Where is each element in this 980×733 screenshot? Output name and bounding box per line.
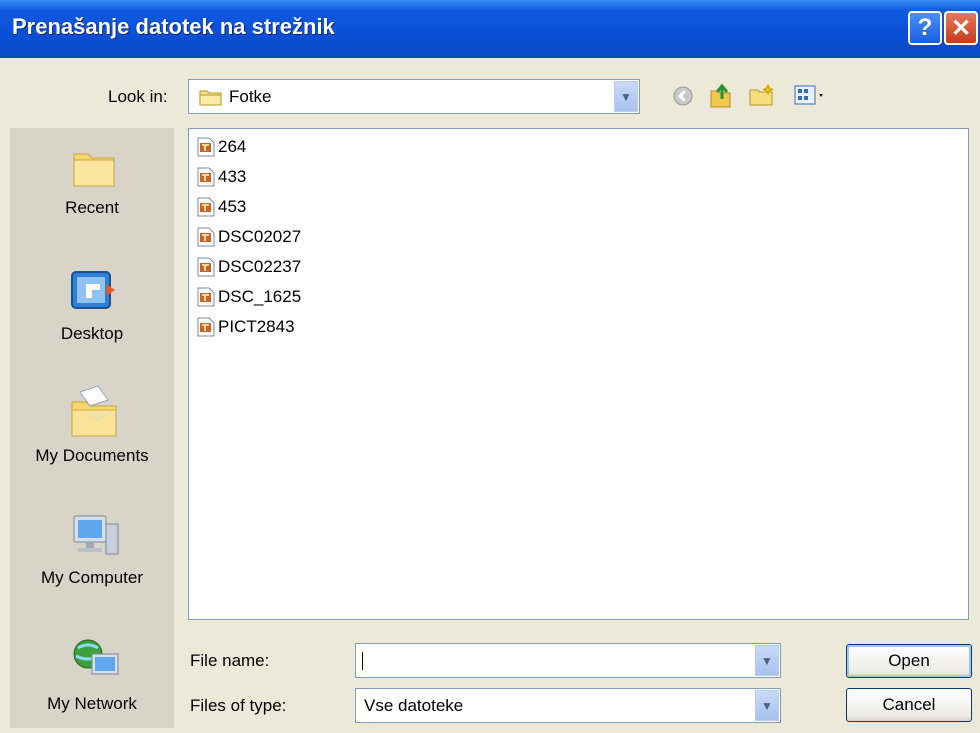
list-item[interactable]: DSC02027 — [197, 225, 301, 249]
place-my-network[interactable]: My Network — [10, 614, 174, 728]
place-label: My Documents — [35, 446, 149, 465]
image-file-icon — [197, 137, 215, 157]
file-name: DSC02237 — [218, 257, 302, 276]
place-desktop[interactable]: Desktop — [10, 248, 174, 366]
my-documents-icon — [68, 384, 120, 445]
my-network-icon — [70, 636, 124, 691]
chevron-down-icon[interactable]: ▼ — [755, 645, 779, 676]
close-button[interactable]: ✕ — [944, 11, 978, 45]
list-item[interactable]: 453 — [197, 195, 246, 219]
file-name: DSC_1625 — [218, 287, 302, 306]
file-name: 264 — [218, 137, 247, 156]
look-in-label: Look in: — [108, 87, 168, 106]
image-file-icon — [197, 317, 215, 337]
back-icon[interactable] — [672, 85, 694, 112]
place-label: My Network — [47, 694, 137, 713]
place-recent[interactable]: Recent — [10, 128, 174, 246]
title-bar[interactable]: Prenašanje datotek na strežnik ? ✕ — [0, 0, 980, 58]
image-file-icon — [197, 167, 215, 187]
image-file-icon — [197, 197, 215, 217]
file-name-input[interactable]: ▼ — [355, 643, 781, 678]
look-in-dropdown[interactable]: Fotke ▼ — [188, 79, 640, 114]
file-list[interactable]: 264 433 453 DSC02027 DSC02237 DSC_1625 P… — [188, 128, 969, 620]
place-my-documents[interactable]: My Documents — [10, 370, 174, 488]
file-type-select[interactable]: Vse datoteke ▼ — [355, 688, 781, 723]
text-caret — [362, 652, 363, 670]
file-name: 433 — [218, 167, 247, 186]
desktop-icon — [68, 268, 118, 319]
place-label: My Computer — [40, 568, 144, 587]
help-button[interactable]: ? — [908, 11, 942, 45]
new-folder-icon[interactable] — [748, 83, 776, 112]
open-button[interactable]: Open — [846, 644, 972, 678]
look-in-value: Fotke — [229, 87, 272, 106]
place-label: Recent — [65, 198, 119, 217]
file-type-label: Files of type: — [190, 696, 287, 715]
chevron-down-icon[interactable]: ▼ — [755, 690, 779, 721]
chevron-down-icon[interactable]: ▼ — [614, 81, 638, 112]
list-item[interactable]: DSC_1625 — [197, 285, 301, 309]
image-file-icon — [197, 287, 215, 307]
views-menu-icon[interactable] — [794, 85, 828, 112]
window-title: Prenašanje datotek na strežnik — [12, 14, 335, 39]
folder-icon — [199, 88, 223, 111]
recent-folder-icon — [72, 146, 116, 193]
list-item[interactable]: DSC02237 — [197, 255, 301, 279]
places-bar: Recent Desktop My Documents My Computer … — [10, 128, 174, 728]
place-label: Desktop — [60, 324, 124, 343]
up-folder-icon[interactable] — [708, 81, 734, 114]
image-file-icon — [197, 227, 215, 247]
list-item[interactable]: PICT2843 — [197, 315, 295, 339]
image-file-icon — [197, 257, 215, 277]
file-name-label: File name: — [190, 651, 270, 670]
file-name: DSC02027 — [218, 227, 302, 246]
my-computer-icon — [68, 512, 122, 569]
file-name: 453 — [218, 197, 247, 216]
file-name: PICT2843 — [218, 317, 295, 336]
file-type-value: Vse datoteke — [364, 696, 464, 715]
list-item[interactable]: 433 — [197, 165, 246, 189]
list-item[interactable]: 264 — [197, 135, 246, 159]
cancel-button[interactable]: Cancel — [846, 688, 972, 722]
place-my-computer[interactable]: My Computer — [10, 492, 174, 610]
